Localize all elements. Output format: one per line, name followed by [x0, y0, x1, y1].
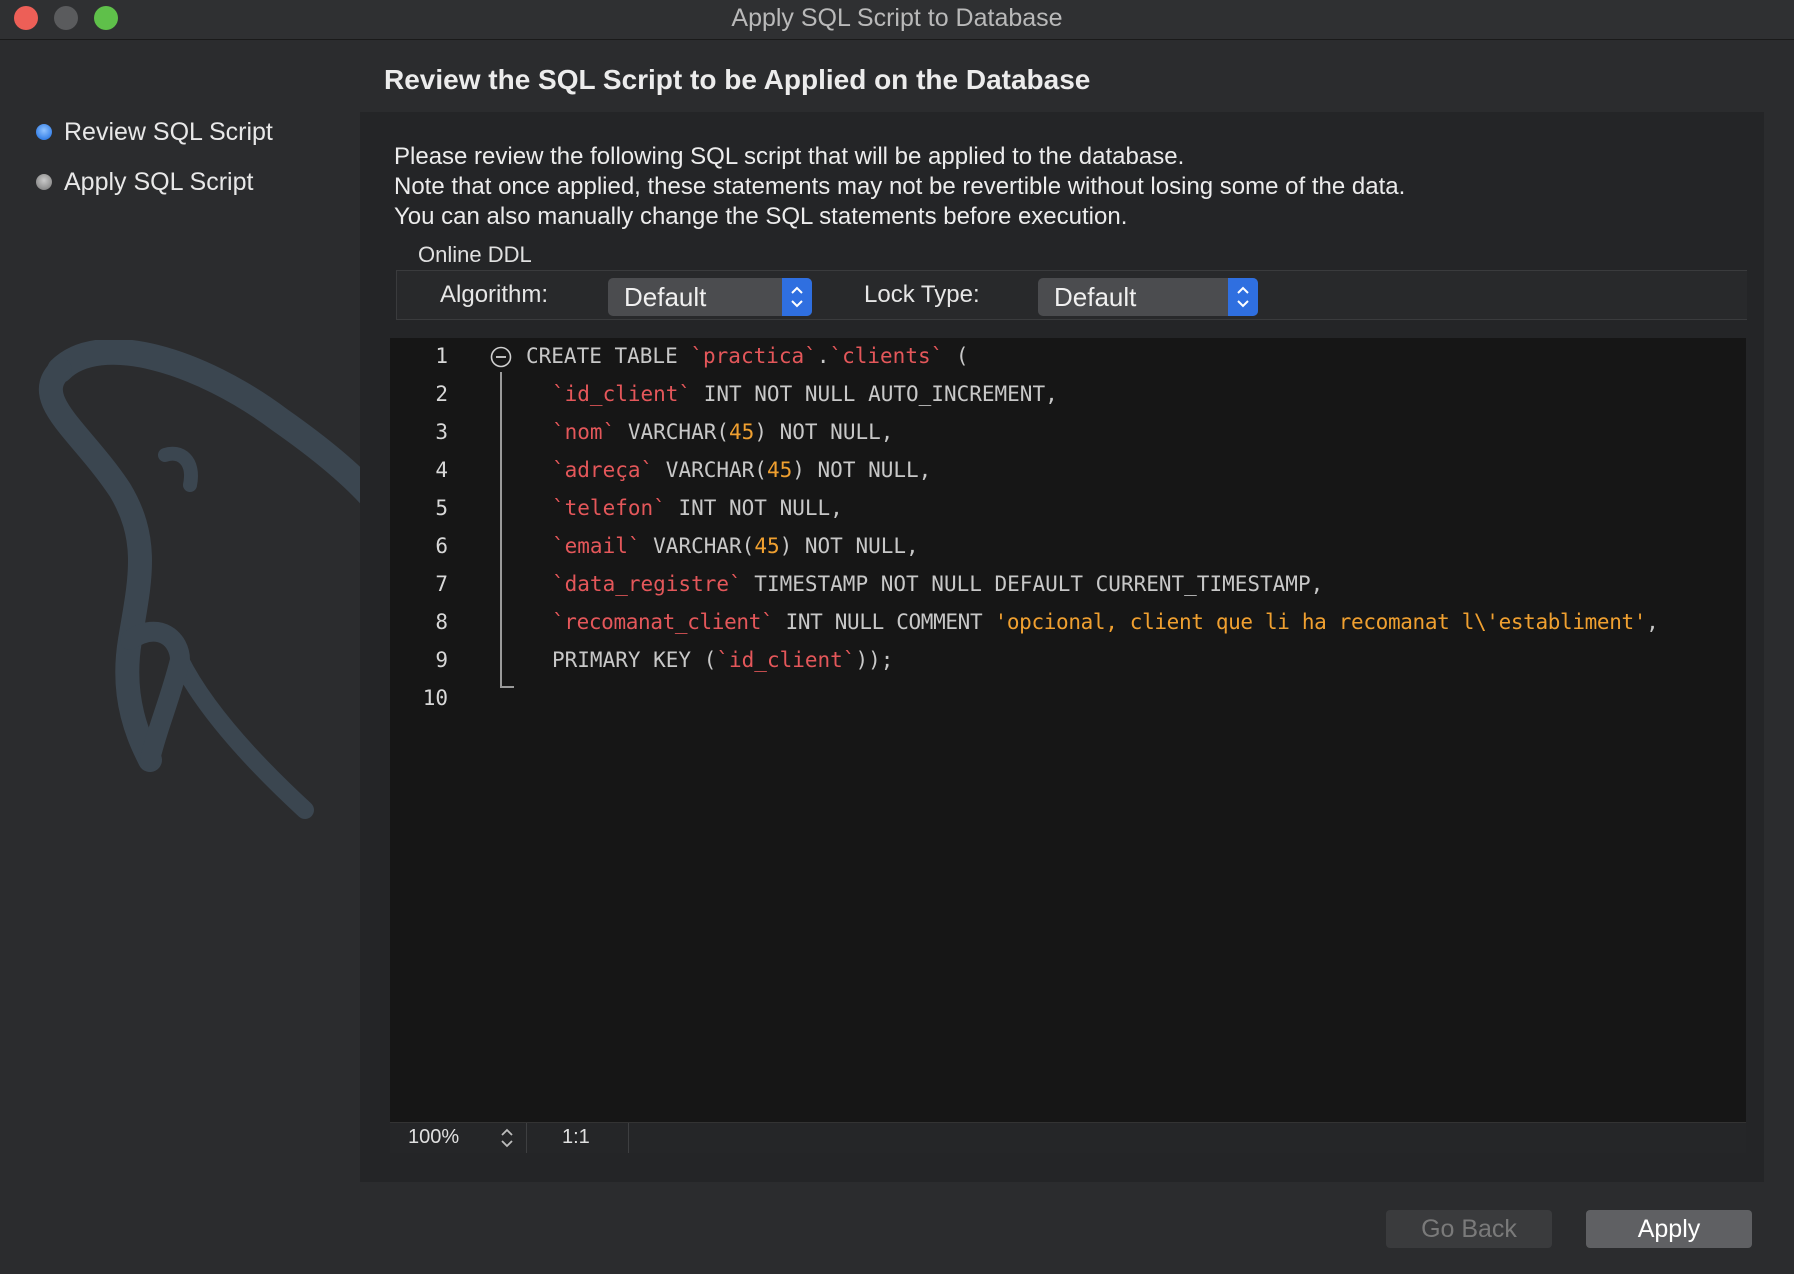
lock-type-value: Default	[1054, 281, 1137, 312]
step-active-indicator-icon	[36, 124, 52, 140]
fold-guide	[500, 372, 502, 688]
window-title: Apply SQL Script to Database	[731, 4, 1063, 32]
description-line: Please review the following SQL script t…	[394, 143, 1185, 170]
code-identifier: `adreça`	[552, 458, 654, 482]
dolphin-watermark-icon	[38, 340, 390, 819]
zoom-level: 100%	[408, 1126, 460, 1148]
code-keyword: ) NOT NULL,	[779, 534, 919, 558]
go-back-button[interactable]: Go Back	[1386, 1210, 1552, 1248]
code-keyword: TIMESTAMP NOT NULL DEFAULT CURRENT_TIMES…	[741, 572, 1324, 596]
code-line: PRIMARY KEY (`id_client`));	[552, 648, 893, 672]
code-keyword: VARCHAR(	[640, 534, 755, 558]
code-punctuation: ,	[1646, 610, 1659, 634]
step-label: Apply SQL Script	[64, 167, 254, 196]
select-arrows-icon	[782, 278, 812, 316]
code-punctuation: ));	[855, 648, 894, 672]
code-identifier: `data_registre`	[552, 572, 742, 596]
code-line: CREATE TABLE `practica`.`clients` (	[526, 344, 969, 368]
cursor-position: 1:1	[562, 1126, 590, 1148]
lock-type-label: Lock Type:	[864, 281, 980, 308]
step-inactive-indicator-icon	[36, 174, 52, 190]
code-number: 45	[754, 534, 780, 558]
code-identifier: `telefon`	[552, 496, 666, 520]
line-number: 5	[435, 496, 448, 520]
status-separator	[526, 1123, 527, 1153]
code-identifier: `clients`	[829, 344, 944, 368]
code-number: 45	[766, 458, 793, 482]
code-line: `data_registre` TIMESTAMP NOT NULL DEFAU…	[552, 572, 1323, 596]
line-number: 10	[422, 686, 448, 710]
zoom-stepper-icon[interactable]	[500, 1126, 514, 1150]
code-identifier: `email`	[552, 534, 641, 558]
line-number: 9	[435, 648, 448, 672]
review-description: Please review the following SQL script t…	[394, 142, 1405, 232]
code-keyword: VARCHAR(	[653, 458, 767, 482]
status-separator	[628, 1123, 629, 1153]
page-heading: Review the SQL Script to be Applied on t…	[384, 64, 1091, 95]
fold-guide-end	[500, 686, 514, 688]
code-punctuation: .	[816, 344, 830, 368]
apply-button[interactable]: Apply	[1586, 1210, 1752, 1248]
code-line: `telefon` INT NOT NULL,	[552, 496, 843, 520]
online-ddl-label: Online DDL	[418, 242, 532, 267]
step-label: Review SQL Script	[64, 117, 273, 146]
code-line: `adreça` VARCHAR(45) NOT NULL,	[552, 458, 931, 482]
line-number: 1	[435, 344, 448, 368]
line-number: 2	[435, 382, 448, 406]
code-keyword: CREATE TABLE	[526, 344, 691, 368]
code-keyword: ) NOT NULL,	[754, 420, 894, 444]
code-line: `email` VARCHAR(45) NOT NULL,	[552, 534, 919, 558]
line-number: 3	[435, 420, 448, 444]
description-line: Note that once applied, these statements…	[394, 173, 1406, 200]
code-identifier: `practica`	[690, 344, 817, 368]
code-line: `recomanat_client` INT NULL COMMENT 'opc…	[552, 610, 1659, 634]
lock-type-select[interactable]: Default	[1038, 278, 1258, 316]
description-line: You can also manually change the SQL sta…	[394, 203, 1128, 230]
algorithm-select[interactable]: Default	[608, 278, 812, 316]
code-punctuation: (	[943, 344, 969, 368]
step-apply-sql-script: Apply SQL Script	[36, 167, 253, 197]
algorithm-label: Algorithm:	[440, 281, 549, 308]
sql-editor[interactable]: 1 2 3 4 5 6 7 8 9 10 CREATE TABLE `pract…	[390, 338, 1746, 1122]
code-keyword: VARCHAR(	[615, 420, 730, 444]
fold-collapse-icon[interactable]	[490, 346, 512, 368]
code-keyword: PRIMARY KEY (	[552, 648, 717, 672]
algorithm-value: Default	[624, 281, 707, 312]
code-string: 'opcional, client que li ha recomanat l\…	[994, 610, 1647, 634]
code-identifier: `recomanat_client`	[552, 610, 774, 634]
code-keyword: INT NULL COMMENT	[773, 610, 995, 634]
code-keyword: INT NOT NULL AUTO_INCREMENT,	[691, 382, 1058, 406]
line-number: 4	[435, 458, 448, 482]
line-number: 7	[435, 572, 448, 596]
code-line: `nom` VARCHAR(45) NOT NULL,	[552, 420, 893, 444]
code-identifier: `id_client`	[552, 382, 692, 406]
code-number: 45	[729, 420, 755, 444]
code-identifier: `id_client`	[716, 648, 856, 672]
code-line: `id_client` INT NOT NULL AUTO_INCREMENT,	[552, 382, 1058, 406]
code-keyword: ) NOT NULL,	[792, 458, 932, 482]
code-keyword: INT NOT NULL,	[665, 496, 843, 520]
editor-status-bar: 100% 1:1	[390, 1122, 1746, 1153]
code-identifier: `nom`	[552, 420, 616, 444]
line-number: 6	[435, 534, 448, 558]
step-review-sql-script: Review SQL Script	[36, 117, 273, 147]
line-number: 8	[435, 610, 448, 634]
select-arrows-icon	[1228, 278, 1258, 316]
title-bar: Apply SQL Script to Database	[0, 0, 1794, 40]
